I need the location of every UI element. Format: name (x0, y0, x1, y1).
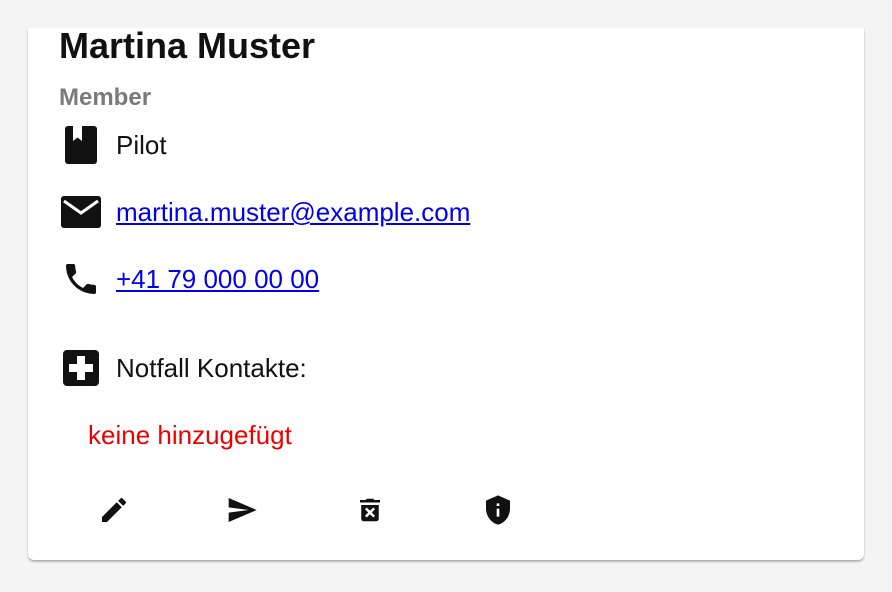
send-button[interactable] (218, 486, 266, 536)
emergency-row: Notfall Kontakte: (60, 346, 307, 390)
pencil-icon (98, 494, 130, 529)
shield-icon (482, 493, 514, 530)
member-card: Martina Muster Member Pilot martina.must… (28, 25, 864, 560)
member-role: Member (59, 84, 152, 111)
member-job: Pilot (116, 130, 167, 160)
emergency-contacts-empty: keine hinzugefügt (88, 420, 292, 450)
job-row: Pilot (60, 123, 167, 167)
emergency-contacts-label: Notfall Kontakte: (116, 353, 307, 383)
trash-icon (355, 494, 385, 529)
action-bar (28, 486, 864, 536)
send-icon (224, 494, 260, 529)
delete-button[interactable] (346, 486, 394, 536)
phone-link[interactable]: +41 79 000 00 00 (116, 264, 319, 294)
edit-button[interactable] (90, 486, 138, 536)
phone-row: +41 79 000 00 00 (60, 257, 319, 301)
medical-cross-icon (60, 347, 102, 389)
admin-button[interactable] (474, 486, 522, 536)
member-name: Martina Muster (59, 25, 316, 66)
book-icon (60, 124, 102, 166)
email-row: martina.muster@example.com (60, 190, 470, 234)
mail-icon (60, 191, 102, 233)
phone-icon (60, 258, 102, 300)
email-link[interactable]: martina.muster@example.com (116, 197, 470, 227)
